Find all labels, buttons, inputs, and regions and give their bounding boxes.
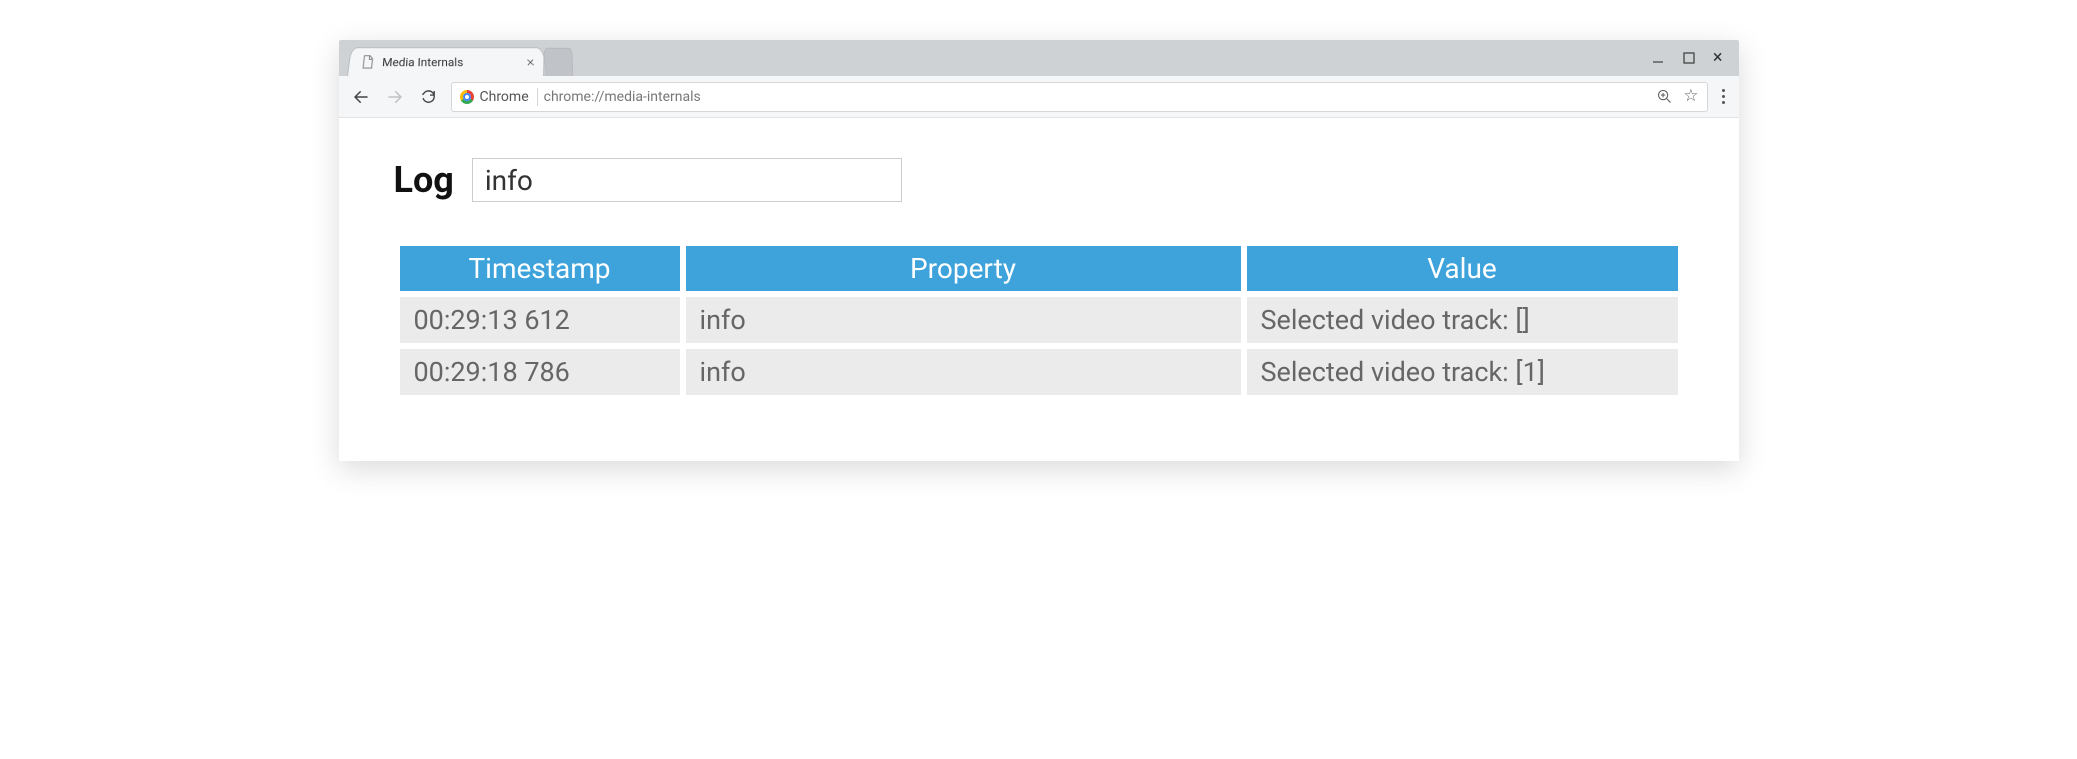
bookmark-star-icon[interactable]: ☆ [1683,88,1698,105]
zoom-icon[interactable] [1656,88,1673,105]
file-icon [360,55,374,69]
toolbar: Chrome ☆ [339,76,1739,118]
forward-button[interactable] [383,85,407,109]
url-input[interactable] [544,89,1651,105]
window-close-icon[interactable]: × [1713,49,1723,67]
address-bar[interactable]: Chrome ☆ [451,82,1708,112]
cell-property: info [686,297,1241,343]
table-header-row: Timestamp Property Value [400,246,1678,291]
minimize-icon[interactable] [1651,51,1665,65]
tab-title: Media Internals [381,55,519,68]
cell-property: info [686,349,1241,395]
origin-label: Chrome [480,88,538,106]
page-title: Log [394,159,454,201]
column-timestamp: Timestamp [400,246,680,291]
cell-timestamp: 00:29:13 612 [400,297,680,343]
window-controls: × [1651,40,1723,76]
cell-value: Selected video track: [] [1247,297,1678,343]
reload-button[interactable] [417,85,441,109]
close-icon[interactable]: × [525,55,534,69]
cell-timestamp: 00:29:18 786 [400,349,680,395]
omnibox-actions: ☆ [1656,88,1698,105]
maximize-icon[interactable] [1683,52,1695,64]
menu-icon[interactable] [1718,85,1729,108]
tab-strip: Media Internals × × [339,40,1739,76]
table-row: 00:29:18 786infoSelected video track: [1… [400,349,1678,395]
table-row: 00:29:13 612infoSelected video track: [] [400,297,1678,343]
back-button[interactable] [349,85,373,109]
page-content: Log Timestamp Property Value 00:29:13 61… [339,118,1739,461]
column-property: Property [686,246,1241,291]
browser-tab[interactable]: Media Internals × [347,47,547,76]
log-table: Timestamp Property Value 00:29:13 612inf… [394,240,1684,401]
browser-window: Media Internals × × Chrome [339,40,1739,461]
new-tab-button[interactable] [543,48,573,76]
log-filter-input[interactable] [472,158,902,202]
cell-value: Selected video track: [1] [1247,349,1678,395]
column-value: Value [1247,246,1678,291]
chrome-icon [460,90,474,104]
